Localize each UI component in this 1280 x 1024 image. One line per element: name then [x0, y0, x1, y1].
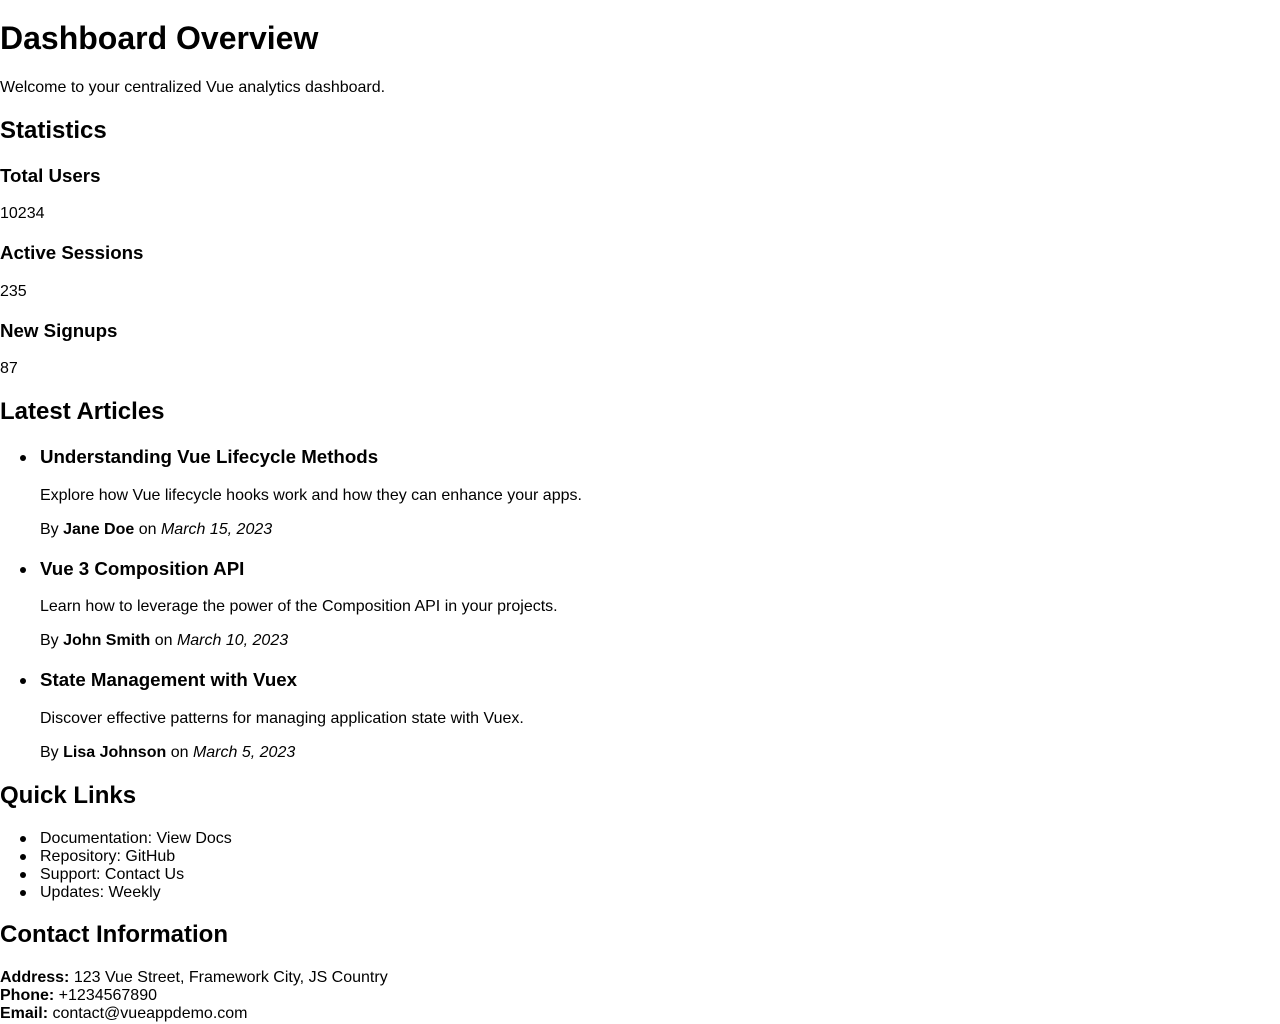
article-title: Understanding Vue Lifecycle Methods — [40, 446, 379, 467]
article-title: State Management with Vuex — [40, 669, 298, 690]
email-label: Email: — [0, 1005, 49, 1022]
article-meta: By Jane Doe on March 15, 2023 — [40, 521, 272, 539]
list-bullet — [20, 836, 26, 842]
stat-label-new-signups: New Signups — [0, 320, 118, 341]
quick-links-heading: Quick Links — [0, 782, 137, 809]
quick-link-repository[interactable]: Repository: GitHub — [40, 848, 175, 866]
stat-label-total-users: Total Users — [0, 165, 101, 186]
article-date: March 15, 2023 — [160, 521, 273, 538]
by-prefix: By — [40, 744, 59, 761]
contact-heading: Contact Information — [0, 921, 228, 948]
contact-phone: Phone: +1234567890 — [0, 987, 157, 1005]
article-meta: By John Smith on March 10, 2023 — [40, 632, 288, 650]
list-bullet — [20, 455, 26, 461]
quick-link-support[interactable]: Support: Contact Us — [40, 866, 184, 884]
stat-value-active-sessions: 235 — [0, 283, 27, 300]
by-prefix: By — [40, 521, 59, 538]
statistics-heading: Statistics — [0, 117, 107, 144]
address-value: 123 Vue Street, Framework City, JS Count… — [73, 969, 388, 986]
article-author: Jane Doe — [63, 521, 135, 538]
article-date: March 5, 2023 — [192, 744, 296, 761]
quick-link-documentation[interactable]: Documentation: View Docs — [40, 830, 232, 848]
email-value: contact@vueappdemo.com — [52, 1005, 248, 1022]
list-bullet — [20, 872, 26, 878]
article-meta: By Lisa Johnson on March 5, 2023 — [40, 744, 295, 762]
phone-value: +1234567890 — [58, 987, 157, 1004]
article-summary: Explore how Vue lifecycle hooks work and… — [40, 487, 582, 504]
dashboard-page: Dashboard Overview Welcome to your centr… — [0, 0, 1280, 1024]
on-word: on — [154, 632, 173, 649]
list-bullet — [20, 854, 26, 860]
stat-value-total-users: 10234 — [0, 205, 45, 222]
article-summary: Learn how to leverage the power of the C… — [40, 598, 558, 615]
article-summary: Discover effective patterns for managing… — [40, 710, 524, 727]
list-bullet — [20, 890, 26, 896]
article-date: March 10, 2023 — [176, 632, 289, 649]
contact-email: Email: contact@vueappdemo.com — [0, 1005, 247, 1023]
contact-address: Address: 123 Vue Street, Framework City,… — [0, 969, 388, 987]
address-label: Address: — [0, 969, 70, 986]
article-author: Lisa Johnson — [63, 744, 167, 761]
by-prefix: By — [40, 632, 59, 649]
stat-label-active-sessions: Active Sessions — [0, 242, 144, 263]
list-bullet — [20, 567, 26, 573]
list-bullet — [20, 678, 26, 684]
on-word: on — [170, 744, 189, 761]
stat-value-new-signups: 87 — [0, 360, 18, 377]
page-title: Dashboard Overview — [0, 20, 319, 56]
articles-heading: Latest Articles — [0, 398, 165, 425]
article-author: John Smith — [63, 632, 151, 649]
article-title: Vue 3 Composition API — [40, 558, 245, 579]
on-word: on — [138, 521, 157, 538]
quick-link-updates[interactable]: Updates: Weekly — [40, 884, 161, 902]
welcome-text: Welcome to your centralized Vue analytic… — [0, 79, 386, 96]
phone-label: Phone: — [0, 987, 55, 1004]
